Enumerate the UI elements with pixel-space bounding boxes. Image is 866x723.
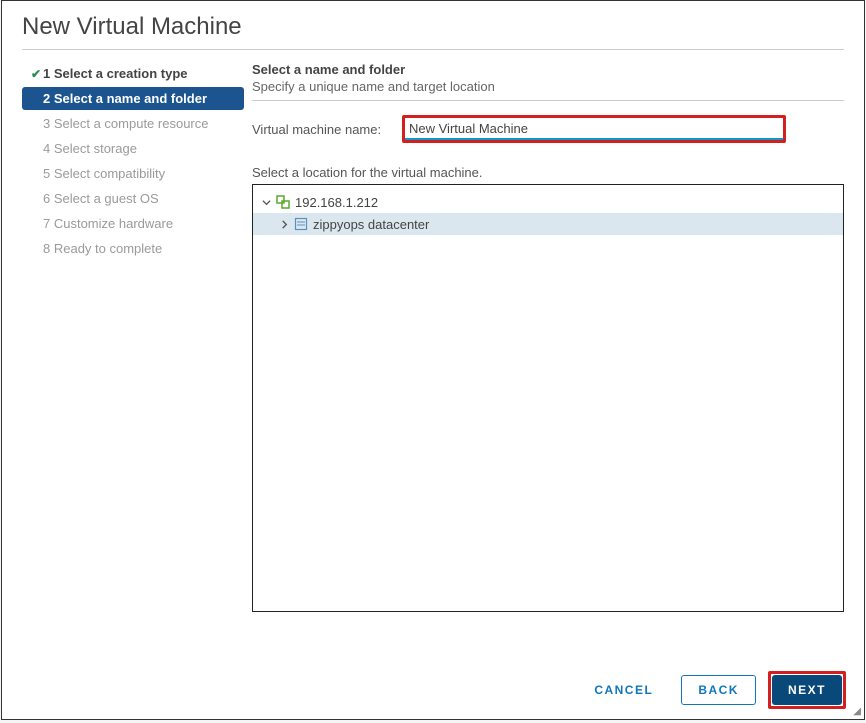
resize-handle-icon[interactable]: ◢ xyxy=(853,706,861,717)
step-label: 4 Select storage xyxy=(43,141,137,156)
dialog-body: ✔ 1 Select a creation type 2 Select a na… xyxy=(2,50,864,612)
tree-label: 192.168.1.212 xyxy=(295,195,378,210)
wizard-step-6: 6 Select a guest OS xyxy=(22,187,244,210)
tree-row-datacenter[interactable]: zippyops datacenter xyxy=(253,213,843,235)
vm-name-input-highlight xyxy=(402,115,786,143)
location-tree[interactable]: 192.168.1.212 zippyops datacenter xyxy=(252,184,844,612)
section-divider xyxy=(252,100,844,101)
section-subtitle: Specify a unique name and target locatio… xyxy=(252,79,844,94)
wizard-footer: CANCEL BACK NEXT xyxy=(2,661,864,719)
caret-right-icon[interactable] xyxy=(279,219,289,229)
next-button-highlight: NEXT xyxy=(768,671,846,709)
vm-name-label: Virtual machine name: xyxy=(252,122,402,137)
next-button[interactable]: NEXT xyxy=(772,675,842,705)
new-vm-wizard-dialog: New Virtual Machine ✔ 1 Select a creatio… xyxy=(1,0,865,720)
step-label: 2 Select a name and folder xyxy=(43,91,207,106)
step-label: 7 Customize hardware xyxy=(43,216,173,231)
caret-down-icon[interactable] xyxy=(261,197,271,207)
dialog-title: New Virtual Machine xyxy=(2,1,864,49)
wizard-step-1[interactable]: ✔ 1 Select a creation type xyxy=(22,62,244,85)
cancel-button[interactable]: CANCEL xyxy=(578,675,669,705)
datacenter-icon xyxy=(293,216,309,232)
location-label: Select a location for the virtual machin… xyxy=(252,165,844,180)
wizard-step-3: 3 Select a compute resource xyxy=(22,112,244,135)
wizard-step-5: 5 Select compatibility xyxy=(22,162,244,185)
step-label: 5 Select compatibility xyxy=(43,166,165,181)
tree-label: zippyops datacenter xyxy=(313,217,429,232)
checkmark-icon: ✔ xyxy=(29,67,43,81)
tree-row-host[interactable]: 192.168.1.212 xyxy=(253,191,843,213)
vcenter-icon xyxy=(275,194,291,210)
vm-name-input[interactable] xyxy=(405,118,783,140)
step-label: 1 Select a creation type xyxy=(43,66,188,81)
wizard-step-8: 8 Ready to complete xyxy=(22,237,244,260)
wizard-step-2[interactable]: 2 Select a name and folder xyxy=(22,87,244,110)
step-label: 3 Select a compute resource xyxy=(43,116,208,131)
wizard-step-7: 7 Customize hardware xyxy=(22,212,244,235)
step-label: 8 Ready to complete xyxy=(43,241,162,256)
wizard-content: Select a name and folder Specify a uniqu… xyxy=(244,62,844,612)
back-button[interactable]: BACK xyxy=(681,675,756,705)
step-label: 6 Select a guest OS xyxy=(43,191,159,206)
section-title: Select a name and folder xyxy=(252,62,844,77)
wizard-step-4: 4 Select storage xyxy=(22,137,244,160)
vm-name-row: Virtual machine name: xyxy=(252,115,844,143)
wizard-steps: ✔ 1 Select a creation type 2 Select a na… xyxy=(22,62,244,612)
